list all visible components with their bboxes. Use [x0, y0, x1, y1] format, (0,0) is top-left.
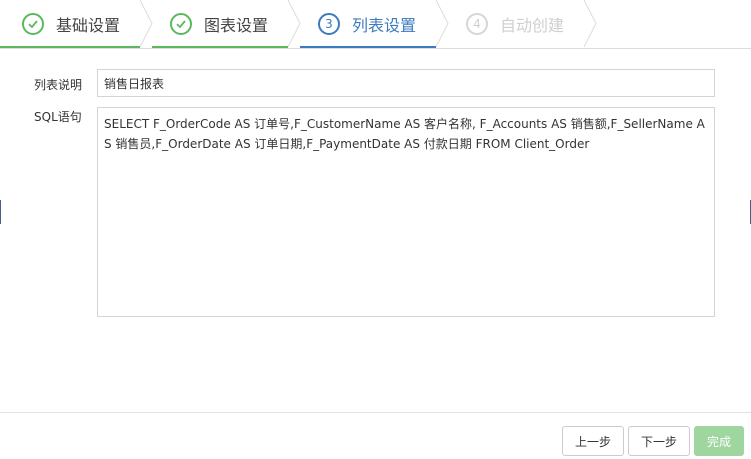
- wizard-step-list[interactable]: 3 列表设置: [318, 0, 416, 47]
- step-progress-bar: [152, 46, 288, 48]
- step-divider-chevron: [288, 0, 301, 47]
- wizard-steps: 基础设置 图表设置 3 列表设置 4 自动创建: [0, 0, 751, 49]
- wizard-step-label: 图表设置: [204, 15, 269, 35]
- background-edge-left: [0, 200, 1, 224]
- next-step-button[interactable]: 下一步: [628, 426, 690, 456]
- step-progress-bar: [0, 46, 140, 48]
- step-number-icon: 4: [466, 12, 488, 35]
- step-divider-chevron: [436, 0, 449, 47]
- step-number-icon: 3: [318, 12, 340, 35]
- step-divider-chevron: [584, 0, 597, 47]
- prev-step-button[interactable]: 上一步: [562, 426, 624, 456]
- description-input[interactable]: 销售日报表: [97, 69, 715, 97]
- sql-label: SQL语句: [34, 110, 82, 124]
- wizard-step-label: 自动创建: [500, 15, 565, 35]
- step-divider-chevron: [140, 0, 153, 47]
- check-icon: [22, 12, 44, 35]
- description-label: 列表说明: [34, 78, 83, 92]
- step-active-bar: [300, 46, 436, 48]
- wizard-step-label: 列表设置: [352, 15, 417, 35]
- finish-button[interactable]: 完成: [694, 426, 744, 456]
- wizard-step-chart[interactable]: 图表设置: [170, 0, 268, 47]
- wizard-step-create: 4 自动创建: [466, 0, 564, 47]
- check-icon: [170, 12, 192, 35]
- wizard-step-basic[interactable]: 基础设置: [22, 0, 120, 47]
- sql-textarea[interactable]: SELECT F_OrderCode AS 订单号,F_CustomerName…: [97, 107, 715, 317]
- wizard-step-label: 基础设置: [56, 15, 121, 35]
